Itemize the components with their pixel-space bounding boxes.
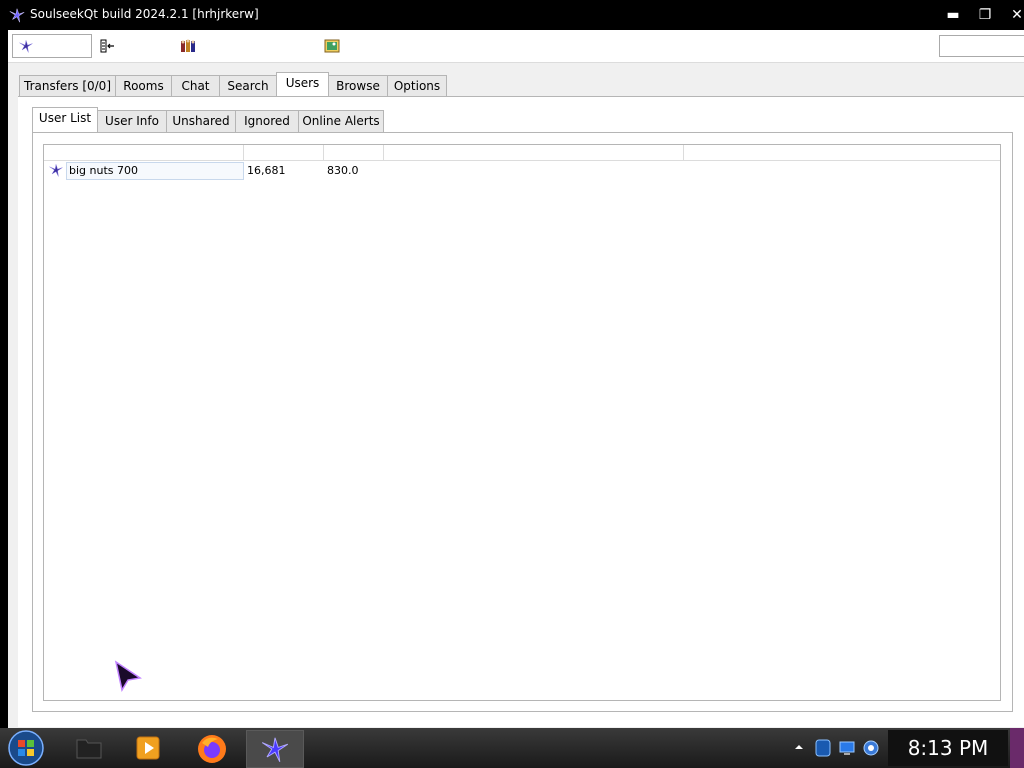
system-tray: [790, 728, 886, 768]
close-button[interactable]: ✕: [1002, 4, 1024, 26]
taskbar-item-soulseek[interactable]: [246, 730, 304, 768]
table-header: [44, 145, 1000, 161]
tab-search[interactable]: Search: [219, 75, 277, 97]
window-title: SoulseekQt build 2024.2.1 [hrhjrkerw]: [30, 7, 259, 21]
tab-chat[interactable]: Chat: [171, 75, 220, 97]
column-header-4[interactable]: [384, 145, 684, 160]
app-window: SoulseekQt build 2024.2.1 [hrhjrkerw] ▬ …: [0, 0, 1024, 728]
tab-rooms[interactable]: Rooms: [115, 75, 172, 97]
speed-cell: 830.0: [327, 164, 359, 177]
mouse-cursor-icon: [114, 660, 142, 693]
taskbar: 8:13 PM: [0, 728, 1024, 768]
tab-browse[interactable]: Browse: [328, 75, 388, 97]
files-cell: 16,681: [247, 164, 286, 177]
window-left-edge: [0, 30, 8, 728]
show-desktop-button[interactable]: [1010, 728, 1024, 768]
tab-transfers[interactable]: Transfers [0/0]: [19, 75, 116, 97]
users-icon[interactable]: [180, 38, 196, 54]
search-input[interactable]: [939, 35, 1024, 57]
folder-icon: [76, 739, 102, 759]
user-list-table[interactable]: big nuts 700 16,681 830.0: [43, 144, 1001, 701]
volume-icon[interactable]: [862, 738, 880, 758]
soulseek-bird-icon: [261, 737, 289, 763]
away-icon[interactable]: [100, 38, 116, 54]
taskbar-clock[interactable]: 8:13 PM: [888, 730, 1008, 766]
network-icon[interactable]: [838, 739, 856, 757]
soulseek-tray-icon[interactable]: [814, 738, 832, 758]
column-header-speed[interactable]: [324, 145, 384, 160]
soulseek-bird-icon: [49, 164, 63, 177]
status-selector[interactable]: [12, 34, 92, 58]
toolbar: [8, 30, 1024, 63]
title-bar[interactable]: SoulseekQt build 2024.2.1 [hrhjrkerw] ▬ …: [0, 0, 1024, 30]
username-cell[interactable]: big nuts 700: [69, 164, 138, 177]
tab-unshared[interactable]: Unshared: [166, 110, 236, 132]
firefox-icon: [198, 735, 226, 763]
show-hidden-icons-icon[interactable]: [794, 742, 804, 752]
tab-ignored[interactable]: Ignored: [235, 110, 299, 132]
image-icon[interactable]: [324, 38, 340, 54]
taskbar-item-explorer[interactable]: [62, 730, 118, 766]
minimize-button[interactable]: ▬: [938, 4, 968, 26]
tab-online-alerts[interactable]: Online Alerts: [298, 110, 384, 132]
tab-options[interactable]: Options: [387, 75, 447, 97]
table-row[interactable]: big nuts 700 16,681 830.0: [44, 162, 1000, 180]
maximize-button[interactable]: ❐: [970, 4, 1000, 26]
column-header-files[interactable]: [244, 145, 324, 160]
tab-users[interactable]: Users: [276, 72, 329, 97]
soulseek-bird-icon: [19, 40, 33, 53]
tab-user-list[interactable]: User List: [32, 107, 98, 132]
taskbar-item-firefox[interactable]: [184, 730, 240, 766]
taskbar-item-media-player[interactable]: [120, 730, 176, 766]
soulseek-bird-icon: [9, 8, 25, 23]
media-player-icon: [136, 736, 160, 760]
tab-user-info[interactable]: User Info: [97, 110, 167, 132]
column-header-name[interactable]: [44, 145, 244, 160]
start-button[interactable]: [6, 729, 46, 767]
